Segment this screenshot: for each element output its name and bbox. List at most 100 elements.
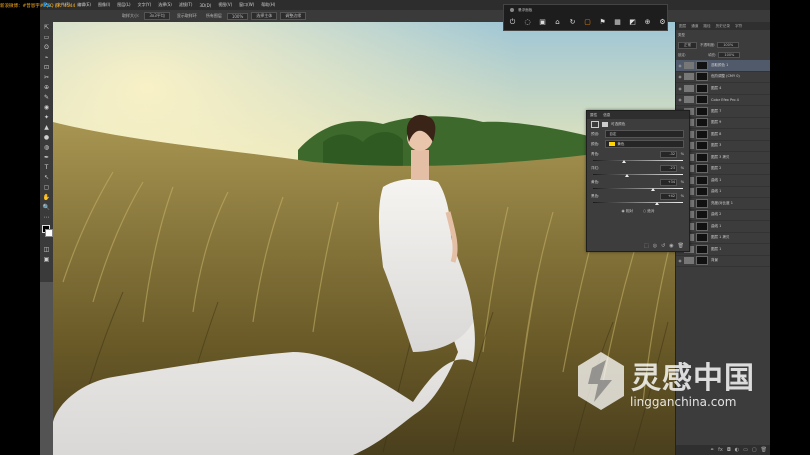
- eye-icon[interactable]: ◉: [676, 258, 684, 263]
- layer-row[interactable]: ◉ 色阶调整 (CMY 0): [676, 72, 771, 83]
- shape-tool-icon[interactable]: ▢: [40, 182, 53, 192]
- group-icon[interactable]: ▭: [743, 447, 748, 453]
- blend-mode-select[interactable]: 正常: [678, 41, 697, 49]
- menu-3d[interactable]: 3D(D): [199, 3, 211, 8]
- new-layer-icon[interactable]: ▢: [752, 447, 757, 453]
- trash-icon[interactable]: 🗑: [761, 447, 767, 453]
- type-tool-icon[interactable]: T: [40, 162, 53, 172]
- layer-mask-thumbnail[interactable]: [696, 141, 708, 151]
- layer-mask-thumbnail[interactable]: [696, 244, 708, 254]
- tab-channels[interactable]: 通道: [691, 24, 698, 29]
- layer-mask-thumbnail[interactable]: [696, 60, 708, 70]
- all-layers-checkbox[interactable]: 所有图层: [204, 12, 224, 20]
- layer-row[interactable]: ◉图层 8: [676, 129, 771, 141]
- zoom-tool-icon[interactable]: 🔍: [40, 202, 53, 212]
- menu-select[interactable]: 选择(S): [158, 2, 172, 8]
- slider-value-input[interactable]: +42: [660, 193, 677, 200]
- layer-row[interactable]: ◉曲线 1: [676, 221, 771, 233]
- layer-row[interactable]: ◉图层 2: [676, 164, 771, 175]
- pen-tool-icon[interactable]: ✒: [40, 152, 53, 162]
- eyedropper-tool-icon[interactable]: ⊕: [40, 82, 53, 92]
- power-icon[interactable]: ⏻: [508, 18, 517, 26]
- quick-mask-icon[interactable]: ◫: [40, 244, 53, 254]
- slider-track[interactable]: [593, 174, 683, 175]
- layer-row[interactable]: ◉ 图层 4: [676, 83, 771, 95]
- color-swatches[interactable]: [40, 222, 53, 244]
- stamp-tool-icon[interactable]: ◉: [40, 102, 53, 112]
- layer-row[interactable]: ◉曲线 2: [676, 210, 771, 221]
- refresh-icon[interactable]: ↻: [568, 18, 577, 26]
- layer-row[interactable]: ◉图层 1 拷贝: [676, 233, 771, 244]
- brush-tool-icon[interactable]: ✎: [40, 92, 53, 102]
- select-subject-button[interactable]: 选择主体: [251, 12, 278, 20]
- slider-knob[interactable]: [625, 174, 630, 177]
- layer-row[interactable]: ◉曲线 1: [676, 187, 771, 198]
- history-brush-tool-icon[interactable]: ✦: [40, 112, 53, 122]
- layer-row[interactable]: ◉图层 3: [676, 141, 771, 152]
- slider-value-input[interactable]: -32: [660, 151, 677, 158]
- layer-mask-thumbnail[interactable]: [696, 95, 708, 105]
- gear-icon[interactable]: ⚙: [658, 18, 667, 26]
- preset-select[interactable]: 自定: [605, 130, 684, 138]
- tab-layers[interactable]: 图层: [679, 24, 686, 29]
- reset-icon[interactable]: ↺: [661, 243, 665, 249]
- layer-row[interactable]: ◉图层 1: [676, 244, 771, 256]
- layer-mask-thumbnail[interactable]: [696, 175, 708, 185]
- layer-mask-thumbnail[interactable]: [696, 198, 708, 208]
- tab-history[interactable]: 历史记录: [716, 24, 730, 29]
- menu-window[interactable]: 窗口(W): [239, 2, 254, 8]
- refine-edge-button[interactable]: 调整边缘: [280, 12, 307, 20]
- slider-value-input[interactable]: -23: [660, 165, 677, 172]
- tab-info[interactable]: 信息: [603, 113, 610, 118]
- chat-icon[interactable]: ◌: [523, 18, 532, 26]
- radio-absolute[interactable]: ○ 绝对: [643, 209, 654, 214]
- layer-mask-thumbnail[interactable]: [696, 152, 708, 162]
- gradient-tool-icon[interactable]: ●: [40, 132, 53, 142]
- adjustment-icon[interactable]: ◐: [735, 447, 739, 453]
- tab-paths[interactable]: 路径: [703, 24, 710, 29]
- show-ring-checkbox[interactable]: 显示取样环: [175, 12, 199, 20]
- add-mask-icon[interactable]: ◘: [727, 447, 731, 453]
- layer-row[interactable]: ◉图层 3 拷贝: [676, 152, 771, 164]
- crop-tool-icon[interactable]: ⊡: [40, 62, 53, 72]
- layer-mask-thumbnail[interactable]: [696, 210, 708, 220]
- slider-knob[interactable]: [621, 160, 626, 163]
- opacity-input[interactable]: 100%: [717, 42, 740, 48]
- fill-input[interactable]: 100%: [718, 52, 741, 58]
- radio-relative[interactable]: ◉ 相对: [622, 209, 633, 214]
- layer-mask-thumbnail[interactable]: [696, 118, 708, 128]
- layer-mask-thumbnail[interactable]: [696, 83, 708, 93]
- menu-view[interactable]: 视图(V): [218, 2, 232, 8]
- filter-kind-label[interactable]: 类型: [678, 33, 685, 38]
- link-layers-icon[interactable]: ⚭: [710, 447, 714, 453]
- sample-size-select[interactable]: 3x3平均: [144, 12, 170, 20]
- layer-row[interactable]: ◉图层 7: [676, 106, 771, 118]
- layer-mask-thumbnail[interactable]: [696, 72, 708, 82]
- eye-icon[interactable]: ◉: [676, 63, 684, 68]
- layer-row[interactable]: ◉亮度/对比度 1: [676, 198, 771, 210]
- view-previous-icon[interactable]: ◎: [653, 243, 657, 249]
- eye-icon[interactable]: ◉: [676, 97, 684, 102]
- layer-mask-thumbnail[interactable]: [696, 187, 708, 197]
- quick-select-tool-icon[interactable]: ⌁: [40, 52, 53, 62]
- layer-row[interactable]: ◉曲线 1: [676, 175, 771, 187]
- slice-tool-icon[interactable]: ✂: [40, 72, 53, 82]
- clip-icon[interactable]: ⬚: [644, 243, 649, 249]
- slider-value-input[interactable]: +34: [660, 179, 677, 186]
- layer-row[interactable]: ◉ Color Efex Pro 4: [676, 95, 771, 106]
- flag-icon[interactable]: ⚑: [598, 18, 607, 26]
- layer-row[interactable]: ◉ 选取颜色 1: [676, 60, 771, 72]
- blur-tool-icon[interactable]: ◍: [40, 142, 53, 152]
- layer-row[interactable]: ◉ 背景: [676, 256, 771, 267]
- mask-tab-icon[interactable]: [602, 121, 608, 127]
- eraser-tool-icon[interactable]: ▲: [40, 122, 53, 132]
- layer-mask-thumbnail[interactable]: [696, 233, 708, 243]
- lasso-tool-icon[interactable]: ʘ: [40, 42, 53, 52]
- move-tool-icon[interactable]: ⇱: [40, 22, 53, 32]
- delete-adjustment-icon[interactable]: 🗑: [678, 243, 684, 249]
- layer-mask-thumbnail[interactable]: [696, 129, 708, 139]
- tab-properties[interactable]: 属性: [590, 113, 597, 118]
- more-tools-icon[interactable]: ⋯: [40, 212, 53, 222]
- menu-edit[interactable]: 编辑(E): [77, 2, 91, 8]
- layer-mask-thumbnail[interactable]: [696, 164, 708, 174]
